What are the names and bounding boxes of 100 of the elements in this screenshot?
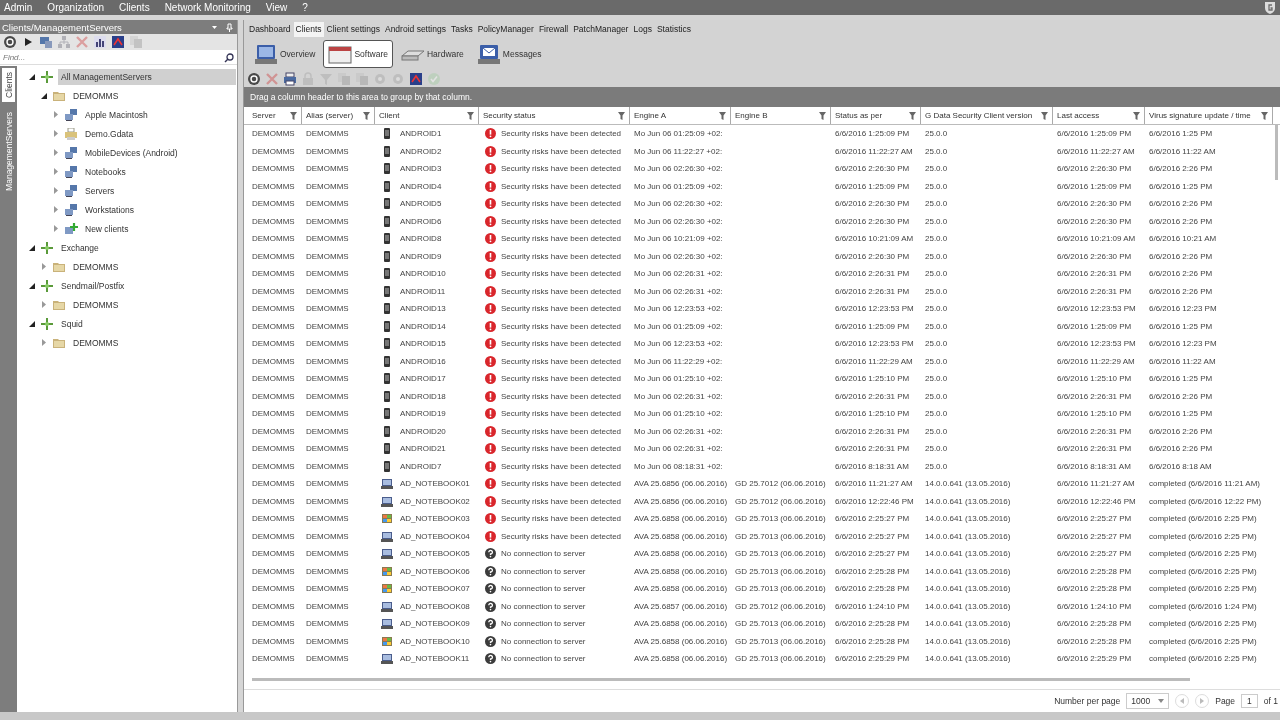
tree-item[interactable]: Sendmail/Postfix bbox=[58, 277, 128, 294]
tree-item[interactable]: DEMOMMS bbox=[70, 296, 122, 313]
tab[interactable]: Dashboard bbox=[247, 22, 293, 37]
table-cell: 6/6/2016 11:22:27 AM bbox=[1057, 146, 1135, 156]
expand-arrow-icon[interactable] bbox=[53, 149, 59, 156]
collapse-arrow-icon[interactable] bbox=[29, 282, 35, 289]
tree-item[interactable]: Servers bbox=[82, 182, 118, 199]
table-cell: 6/6/2016 2:26:31 PM bbox=[835, 444, 910, 454]
menu-item[interactable]: Organization bbox=[47, 2, 105, 13]
pin-icon[interactable] bbox=[226, 22, 233, 32]
filter-icon[interactable] bbox=[1133, 111, 1140, 120]
tree-item[interactable]: Apple Macintosh bbox=[82, 106, 151, 123]
expand-arrow-icon[interactable] bbox=[41, 263, 47, 270]
column-header[interactable]: Alias (server) bbox=[302, 107, 375, 124]
view-button[interactable]: Hardware bbox=[396, 39, 469, 68]
status-text: Security risks have been detected bbox=[501, 164, 622, 174]
menu-item[interactable]: Network Monitoring bbox=[164, 2, 251, 13]
previous-page-button[interactable] bbox=[1175, 694, 1190, 708]
dropdown-icon[interactable] bbox=[211, 23, 218, 31]
menu-item[interactable]: ? bbox=[302, 2, 308, 13]
filter-icon[interactable] bbox=[618, 111, 625, 120]
per-page-dropdown[interactable]: 1000 bbox=[1126, 693, 1170, 709]
tab[interactable]: Client settings bbox=[324, 22, 382, 37]
view-button[interactable]: Overview bbox=[249, 39, 321, 68]
table-cell: DEMOMMS bbox=[252, 479, 295, 489]
tree-item[interactable]: DEMOMMS bbox=[70, 258, 122, 275]
column-header[interactable]: Engine B bbox=[731, 107, 831, 124]
filter-icon[interactable] bbox=[1261, 111, 1268, 120]
tree-item[interactable]: DEMOMMS bbox=[70, 334, 122, 351]
tree-item[interactable]: Exchange bbox=[58, 239, 102, 256]
expand-arrow-icon[interactable] bbox=[53, 225, 59, 232]
tab[interactable]: PatchManager bbox=[571, 22, 631, 37]
tree-item[interactable]: All ManagementServers bbox=[58, 68, 236, 85]
page-number-field[interactable]: 1 bbox=[1241, 694, 1258, 708]
collapse-arrow-icon[interactable] bbox=[29, 244, 35, 251]
column-header[interactable]: G Data Security Client version bbox=[921, 107, 1053, 124]
vertical-scrollbar[interactable] bbox=[1275, 125, 1278, 180]
tree-item[interactable]: New clients bbox=[82, 220, 132, 237]
column-header[interactable]: Virus signature update / time bbox=[1145, 107, 1273, 124]
table-cell: DEMOMMS bbox=[306, 374, 349, 384]
table-cell: DEMOMMS bbox=[306, 619, 349, 629]
table-cell: 14.0.0.641 (13.05.2016) bbox=[925, 496, 1011, 506]
collapse-arrow-icon[interactable] bbox=[29, 320, 35, 327]
computer-icon[interactable] bbox=[39, 35, 53, 49]
expand-arrow-icon[interactable] bbox=[53, 168, 59, 175]
tree-item[interactable]: MobileDevices (Android) bbox=[82, 144, 181, 161]
filter-icon[interactable] bbox=[819, 111, 826, 120]
filter-icon[interactable] bbox=[363, 111, 370, 120]
side-tab[interactable]: Clients bbox=[2, 68, 15, 102]
column-header[interactable]: Client bbox=[375, 107, 479, 124]
table-cell: 6/6/2016 2:26:31 PM bbox=[1057, 286, 1132, 296]
tree-item[interactable]: DEMOMMS bbox=[70, 87, 122, 104]
tree-item[interactable]: Squid bbox=[58, 315, 86, 332]
column-header[interactable]: Last access bbox=[1053, 107, 1145, 124]
chart-icon[interactable] bbox=[93, 35, 107, 49]
filter-icon[interactable] bbox=[909, 111, 916, 120]
tree-item[interactable]: Workstations bbox=[82, 201, 137, 218]
search-icon[interactable] bbox=[224, 52, 234, 63]
column-header[interactable]: Engine A bbox=[630, 107, 731, 124]
menu-item[interactable]: Admin bbox=[4, 2, 33, 13]
tab[interactable]: Tasks bbox=[448, 22, 475, 37]
tree-item[interactable]: Demo.Gdata bbox=[82, 125, 137, 142]
tab[interactable]: Logs bbox=[631, 22, 654, 37]
expand-arrow-icon[interactable] bbox=[53, 187, 59, 194]
side-tab[interactable]: ManagementServers bbox=[2, 108, 15, 195]
expand-arrow-icon[interactable] bbox=[53, 111, 59, 118]
print-icon[interactable] bbox=[283, 71, 297, 86]
refresh-icon[interactable] bbox=[3, 35, 17, 49]
refresh-icon[interactable] bbox=[247, 71, 261, 86]
menu-item[interactable]: Clients bbox=[119, 2, 150, 13]
filter-icon[interactable] bbox=[1041, 111, 1048, 120]
expand-arrow-icon[interactable] bbox=[41, 339, 47, 346]
filter-icon[interactable] bbox=[719, 111, 726, 120]
filter-icon[interactable] bbox=[467, 111, 474, 120]
column-header[interactable]: Server bbox=[248, 107, 302, 124]
client-name: ANDROID2 bbox=[400, 146, 442, 156]
view-button[interactable]: Messages bbox=[471, 39, 547, 68]
tree-item[interactable]: Notebooks bbox=[82, 163, 129, 180]
table-cell: 6/6/2016 2:26:30 PM bbox=[1057, 164, 1132, 174]
menu-item[interactable]: View bbox=[265, 2, 288, 13]
table-cell: DEMOMMS bbox=[252, 391, 295, 401]
view-button[interactable]: Software bbox=[323, 39, 393, 68]
expand-arrow-icon[interactable] bbox=[41, 301, 47, 308]
question-icon bbox=[485, 618, 496, 630]
expand-arrow-icon[interactable] bbox=[53, 206, 59, 213]
collapse-arrow-icon[interactable] bbox=[41, 92, 47, 99]
tab[interactable]: Clients bbox=[293, 22, 324, 37]
column-header[interactable]: Security status bbox=[479, 107, 630, 124]
table-cell: Mo Jun 06 01:25:10 +02: bbox=[634, 374, 723, 384]
tab[interactable]: Android settings bbox=[382, 22, 448, 37]
collapse-arrow-icon[interactable] bbox=[29, 73, 35, 80]
tab[interactable]: Firewall bbox=[536, 22, 571, 37]
phone-icon bbox=[381, 355, 393, 367]
column-header[interactable]: Status as per bbox=[831, 107, 921, 124]
filter-icon[interactable] bbox=[290, 111, 297, 120]
computers-icon bbox=[65, 146, 78, 159]
next-page-button[interactable] bbox=[1195, 694, 1210, 708]
tab[interactable]: PolicyManager bbox=[475, 22, 536, 37]
expand-arrow-icon[interactable] bbox=[53, 130, 59, 137]
tab[interactable]: Statistics bbox=[654, 22, 693, 37]
